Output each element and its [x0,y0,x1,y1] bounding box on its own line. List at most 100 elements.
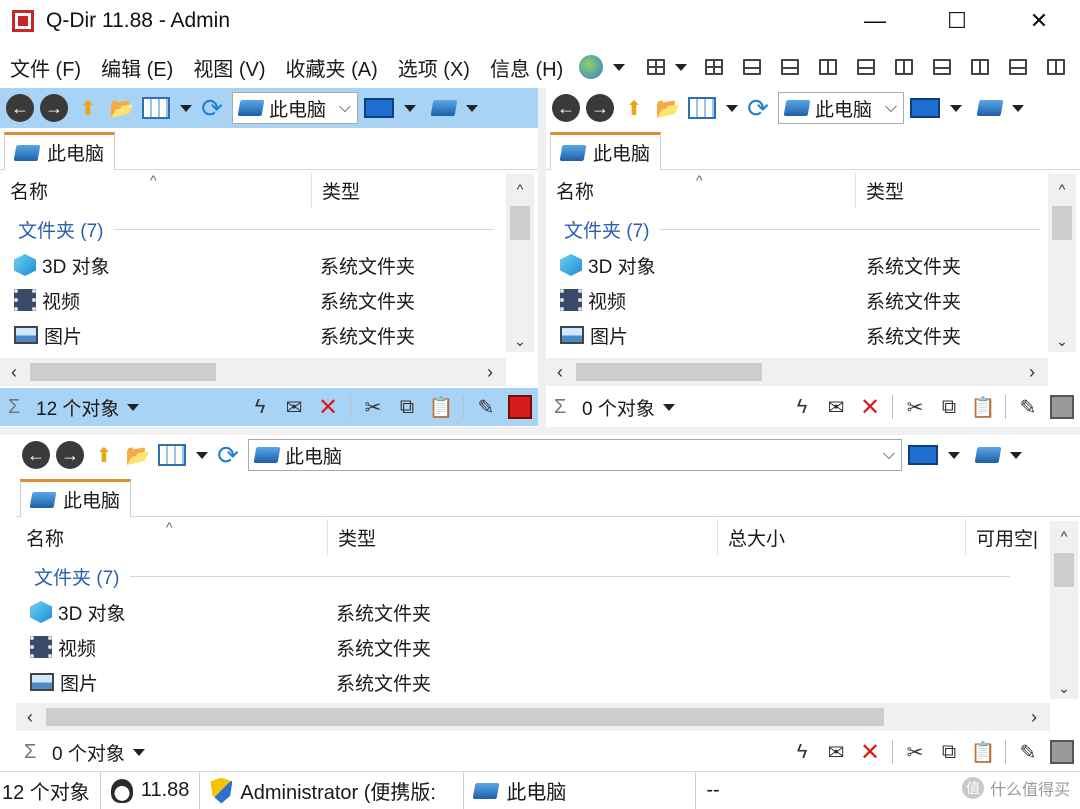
scroll-right-icon[interactable]: › [478,358,502,386]
layout-rows-icon[interactable] [933,59,952,75]
scroll-up-icon[interactable]: ^ [1050,525,1078,547]
delete-icon[interactable]: ✕ [858,739,882,766]
dropdown-arrow-icon[interactable] [675,63,688,71]
scroll-thumb[interactable] [1054,553,1074,587]
list-item[interactable]: 3D 对象 系统文件夹 [30,595,1040,629]
layout-vertical-icon[interactable] [819,59,838,75]
object-count[interactable]: 12 个对象 [36,394,119,421]
close-button[interactable]: ✕ [998,0,1080,42]
dropdown-arrow-icon[interactable] [726,104,738,112]
vertical-scrollbar[interactable]: ^ ⌄ [506,174,534,352]
dropdown-arrow-icon[interactable] [180,104,192,112]
column-free-space[interactable]: 可用空| [966,519,1050,555]
lightning-icon[interactable]: ϟ [790,395,814,419]
scroll-thumb[interactable] [1052,206,1072,240]
pane-indicator-icon[interactable] [508,395,532,419]
refresh-icon[interactable]: ⟳ [214,440,242,470]
properties-icon[interactable]: ✎ [1016,740,1040,764]
pane-indicator-icon[interactable] [1050,395,1074,419]
dropdown-arrow-icon[interactable] [127,403,140,411]
menu-favorites[interactable]: 收藏夹 (A) [276,53,388,82]
paste-icon[interactable]: 📋 [971,395,996,419]
layout-3-pane-icon[interactable] [781,59,800,75]
dropdown-arrow-icon[interactable] [1010,451,1022,459]
list-item[interactable]: 图片 系统文件夹 [14,318,504,352]
cut-icon[interactable]: ✂ [903,740,927,764]
list-item[interactable]: 视频 系统文件夹 [560,283,1046,317]
up-folder-icon[interactable]: ⬆ [74,95,102,121]
pane-splitter-vertical[interactable] [538,88,546,428]
status-version[interactable]: 11.88 [101,772,201,809]
vertical-scrollbar[interactable]: ^ ⌄ [1050,521,1078,699]
scroll-left-icon[interactable]: ‹ [2,358,26,386]
group-header[interactable]: 文件夹 (7) [564,216,1040,243]
scroll-down-icon[interactable]: ⌄ [506,330,534,352]
open-folder-icon[interactable]: 📂 [654,95,682,121]
back-arrow-icon[interactable]: ← [6,94,34,122]
dropdown-arrow-icon[interactable] [196,451,208,459]
scroll-thumb[interactable] [30,363,216,381]
minimize-button[interactable]: — [834,0,916,42]
scroll-left-icon[interactable]: ‹ [548,358,572,386]
group-header[interactable]: 文件夹 (7) [34,563,1010,590]
pane-splitter-horizontal[interactable] [0,427,1080,435]
dropdown-arrow-icon[interactable] [1012,104,1024,112]
cut-icon[interactable]: ✂ [903,395,927,419]
tab-this-pc[interactable]: 此电脑 [4,132,116,170]
forward-arrow-icon[interactable]: → [40,94,68,122]
status-user[interactable]: Administrator (便携版: [200,772,465,809]
refresh-icon[interactable]: ⟳ [744,93,772,123]
menu-file[interactable]: 文件 (F) [0,53,91,82]
scroll-down-icon[interactable]: ⌄ [1048,330,1076,352]
dropdown-arrow-icon[interactable] [404,104,416,112]
list-item[interactable]: 3D 对象 系统文件夹 [560,248,1046,282]
dropdown-arrow-icon[interactable] [466,104,478,112]
monitor-icon[interactable] [364,98,394,118]
layout-columns-icon[interactable] [895,59,914,75]
maximize-button[interactable]: ☐ [916,0,998,42]
refresh-icon[interactable]: ⟳ [198,93,226,123]
column-type[interactable]: 类型 [856,172,1050,208]
up-folder-icon[interactable]: ⬆ [620,95,648,121]
dropdown-arrow-icon[interactable] [662,403,675,411]
properties-icon[interactable]: ✎ [1016,395,1040,419]
menu-edit[interactable]: 编辑 (E) [91,53,183,82]
email-icon[interactable]: ✉ [824,740,848,764]
address-bar[interactable]: 此电脑 ⌵ [778,92,904,124]
menu-options[interactable]: 选项 (X) [388,53,480,82]
dropdown-arrow-icon[interactable] [948,451,960,459]
list-item[interactable]: 视频 系统文件夹 [14,283,504,317]
address-bar[interactable]: 此电脑 ⌵ [248,439,902,471]
chevron-down-icon[interactable]: ⌵ [883,446,895,464]
menu-view[interactable]: 视图 (V) [183,53,275,82]
open-folder-icon[interactable]: 📂 [108,95,136,121]
lightning-icon[interactable]: ϟ [248,395,272,419]
column-type[interactable]: 类型 [328,519,718,555]
dropdown-arrow-icon[interactable] [950,104,962,112]
copy-icon[interactable]: ⧉ [937,740,961,764]
properties-icon[interactable]: ✎ [474,395,498,419]
computer-icon[interactable] [430,100,458,116]
layout-4-pane-icon[interactable] [647,59,666,75]
open-folder-icon[interactable]: 📂 [124,442,152,468]
group-header[interactable]: 文件夹 (7) [18,216,494,243]
up-folder-icon[interactable]: ⬆ [90,442,118,468]
scroll-thumb[interactable] [510,206,530,240]
globe-icon[interactable] [579,55,604,79]
dropdown-arrow-icon[interactable] [613,63,626,71]
layout-single-icon[interactable] [1009,59,1028,75]
list-item[interactable]: 图片 系统文件夹 [30,665,1040,699]
monitor-icon[interactable] [908,445,938,465]
delete-icon[interactable]: ✕ [858,394,882,421]
scroll-right-icon[interactable]: › [1020,358,1044,386]
list-item[interactable]: 视频 系统文件夹 [30,630,1040,664]
back-arrow-icon[interactable]: ← [552,94,580,122]
scroll-up-icon[interactable]: ^ [1048,178,1076,200]
layout-split-icon[interactable] [743,59,762,75]
scroll-left-icon[interactable]: ‹ [18,703,42,731]
vertical-scrollbar[interactable]: ^ ⌄ [1048,174,1076,352]
scroll-right-icon[interactable]: › [1022,703,1046,731]
copy-icon[interactable]: ⧉ [395,395,419,419]
address-bar[interactable]: 此电脑 ⌵ [232,92,358,124]
scroll-down-icon[interactable]: ⌄ [1050,677,1078,699]
